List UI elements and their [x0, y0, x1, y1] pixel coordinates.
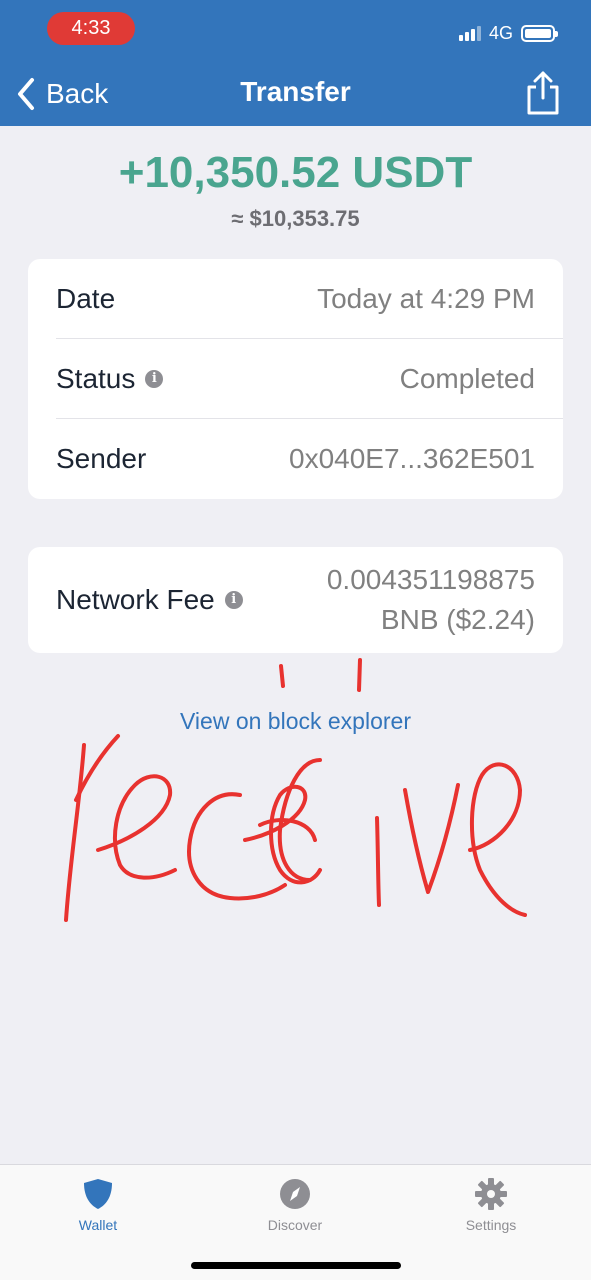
fiat-amount: ≈ $10,353.75	[231, 206, 360, 231]
shield-icon	[84, 1179, 112, 1209]
home-indicator[interactable]	[191, 1262, 401, 1269]
network-fee-card: Network Fee i 0.004351198875 BNB ($2.24)	[28, 547, 563, 653]
network-fee-row: Network Fee i 0.004351198875 BNB ($2.24)	[56, 560, 535, 640]
sender-label: Sender	[56, 443, 147, 474]
status-time: 4:33	[47, 12, 135, 45]
gear-icon	[475, 1178, 507, 1210]
status-row: Status i Completed	[56, 339, 535, 419]
page-title: Transfer	[240, 76, 351, 107]
transfer-amount: +10,350.52 USDT	[118, 148, 473, 197]
tab-label: Discover	[267, 1217, 323, 1233]
network-fee-value: 0.004351198875 BNB ($2.24)	[327, 560, 535, 640]
date-row: Date Today at 4:29 PM	[56, 259, 535, 339]
network-type: 4G	[488, 22, 513, 43]
sender-address[interactable]: 0x040E7...362E501	[289, 443, 535, 475]
status-label: Status	[56, 363, 136, 394]
fee-currency: BNB ($2.24)	[380, 604, 535, 635]
signal-icon	[458, 25, 481, 41]
network-fee-label: Network Fee	[56, 584, 215, 615]
tab-discover[interactable]: Discover	[235, 1177, 355, 1233]
info-icon[interactable]: i	[224, 591, 243, 609]
sender-row[interactable]: Sender 0x040E7...362E501	[56, 419, 535, 499]
date-label: Date	[56, 283, 116, 314]
block-explorer-link[interactable]: View on block explorer	[0, 708, 591, 735]
battery-icon	[521, 24, 558, 42]
compass-icon	[280, 1179, 310, 1209]
date-value: Today at 4:29 PM	[317, 283, 535, 314]
details-card: Date Today at 4:29 PM Status i Completed…	[28, 259, 563, 499]
status-value: Completed	[399, 363, 535, 394]
nav-header: 4:33 4G Back Transfer	[0, 0, 591, 126]
tab-label: Settings	[465, 1217, 517, 1233]
tab-label: Wallet	[78, 1217, 118, 1233]
status-indicators: 4G	[458, 20, 558, 46]
tab-wallet[interactable]: Wallet	[38, 1177, 158, 1233]
tab-settings[interactable]: Settings	[431, 1177, 551, 1233]
info-icon[interactable]: i	[145, 370, 164, 388]
fee-amount: 0.004351198875	[326, 564, 535, 595]
share-icon[interactable]	[525, 70, 561, 116]
